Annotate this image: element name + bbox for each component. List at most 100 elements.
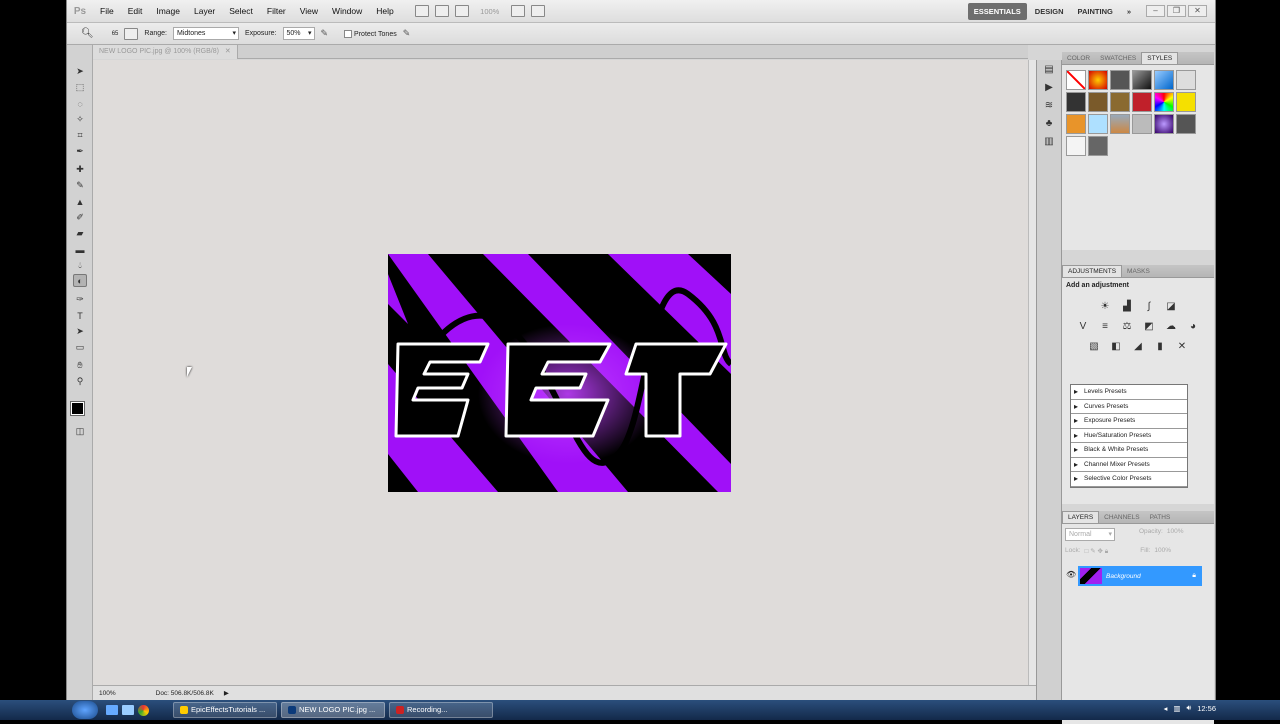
tab-channels[interactable]: CHANNELS <box>1099 512 1144 523</box>
start-button[interactable] <box>72 701 98 719</box>
menu-select[interactable]: Select <box>222 0 260 23</box>
preset-exposure[interactable]: Exposure Presets <box>1071 414 1187 429</box>
status-zoom[interactable]: 100% <box>99 690 116 697</box>
lock-icons[interactable]: □ ✎ ✥ 🔒︎ <box>1085 547 1109 556</box>
history-panel-icon[interactable]: ▤ <box>1041 64 1057 78</box>
menu-view[interactable]: View <box>293 0 325 23</box>
style-swatch[interactable] <box>1132 92 1152 112</box>
volume-icon[interactable]: 🔊︎ <box>1186 703 1191 713</box>
workspace-painting[interactable]: PAINTING <box>1072 3 1119 20</box>
gradient-map-icon[interactable]: ▮ <box>1154 341 1167 353</box>
tab-adjustments[interactable]: ADJUSTMENTS <box>1062 265 1123 277</box>
exposure-input[interactable]: 50% <box>282 27 315 40</box>
menu-help[interactable]: Help <box>369 0 400 23</box>
curves-icon[interactable]: ∫ <box>1143 301 1156 313</box>
taskbar-item-photoshop[interactable]: NEW LOGO PIC.jpg ... <box>281 702 385 718</box>
quick-mask-icon[interactable]: ◫ <box>73 425 87 438</box>
menu-file[interactable]: File <box>93 0 121 23</box>
vertical-scrollbar[interactable] <box>1028 60 1036 685</box>
status-menu-arrow-icon[interactable]: ▶ <box>224 689 229 697</box>
quicklaunch-explorer-icon[interactable] <box>122 705 134 715</box>
close-button[interactable]: ✕ <box>1188 5 1207 17</box>
blend-mode-select[interactable]: Normal <box>1065 528 1115 541</box>
clone-source-icon[interactable]: ♣ <box>1041 118 1057 132</box>
workspace-essentials[interactable]: ESSENTIALS <box>967 3 1027 20</box>
launch-bridge-icon[interactable] <box>414 5 429 17</box>
arrange-documents-icon[interactable] <box>510 5 525 17</box>
channel-mixer-icon[interactable]: ◕ <box>1187 321 1200 333</box>
eraser-tool-icon[interactable]: ▰ <box>73 227 87 240</box>
zoom-tool-icon[interactable]: ⚲ <box>73 375 87 388</box>
clock[interactable]: 12:56 <box>1197 704 1216 713</box>
clone-stamp-tool-icon[interactable]: ▲ <box>73 195 87 208</box>
quicklaunch-desktop-icon[interactable] <box>106 705 118 715</box>
shape-tool-icon[interactable]: ▭ <box>73 341 87 354</box>
vibrance-icon[interactable]: V <box>1077 321 1090 333</box>
style-swatch[interactable] <box>1088 114 1108 134</box>
tab-paths[interactable]: PATHS <box>1145 512 1176 523</box>
tab-layers[interactable]: LAYERS <box>1062 511 1100 523</box>
tab-swatches[interactable]: SWATCHES <box>1095 53 1141 64</box>
style-swatch[interactable] <box>1154 114 1174 134</box>
style-swatch[interactable] <box>1066 136 1086 156</box>
marquee-tool-icon[interactable]: ⬚ <box>73 81 87 94</box>
threshold-icon[interactable]: ◢ <box>1132 341 1145 353</box>
network-icon[interactable]: ▥ <box>1173 704 1180 713</box>
document-tab[interactable]: NEW LOGO PIC.jpg @ 100% (RGB/8) ✕ <box>93 45 238 59</box>
style-swatch[interactable] <box>1088 92 1108 112</box>
style-swatch[interactable] <box>1088 136 1108 156</box>
menu-edit[interactable]: Edit <box>121 0 150 23</box>
style-swatch[interactable] <box>1132 114 1152 134</box>
zoom-level[interactable]: 100% <box>475 7 505 16</box>
black-white-icon[interactable]: ◩ <box>1143 321 1156 333</box>
style-swatch[interactable] <box>1154 70 1174 90</box>
style-swatch[interactable] <box>1154 92 1174 112</box>
close-tab-icon[interactable]: ✕ <box>225 48 231 55</box>
dodge-tool-icon[interactable]: ◐ <box>73 274 87 287</box>
brush-tool-icon[interactable]: ✎ <box>73 179 87 192</box>
style-swatch[interactable] <box>1176 70 1196 90</box>
style-swatch[interactable] <box>1110 92 1130 112</box>
launch-minibridge-icon[interactable] <box>434 5 449 17</box>
taskbar-item-chrome[interactable]: EpicEffectsTutorials ... <box>173 702 277 718</box>
posterize-icon[interactable]: ◧ <box>1110 341 1123 353</box>
fill-input[interactable]: 100% <box>1154 547 1171 556</box>
restore-button[interactable]: ❐ <box>1167 5 1186 17</box>
style-swatch[interactable] <box>1066 114 1086 134</box>
style-swatch[interactable] <box>1132 70 1152 90</box>
brush-panel-icon[interactable] <box>124 27 139 40</box>
quicklaunch-chrome-icon[interactable] <box>138 704 149 716</box>
airbrush-icon[interactable]: ✎ <box>321 28 329 39</box>
layer-background[interactable]: Background 🔒︎ <box>1078 566 1202 586</box>
style-swatch[interactable] <box>1176 92 1196 112</box>
canvas-area[interactable] <box>93 60 1028 685</box>
photo-filter-icon[interactable]: ☁ <box>1165 321 1178 333</box>
brightness-contrast-icon[interactable]: ☀ <box>1099 301 1112 313</box>
preset-curves[interactable]: Curves Presets <box>1071 400 1187 414</box>
pressure-icon[interactable]: ✎ <box>403 28 411 39</box>
pen-tool-icon[interactable]: ✑ <box>73 293 87 306</box>
preset-hue-saturation[interactable]: Hue/Saturation Presets <box>1071 429 1187 443</box>
healing-brush-tool-icon[interactable]: ✚ <box>73 163 87 176</box>
foreground-color-swatch[interactable] <box>70 401 85 416</box>
workspace-design[interactable]: DESIGN <box>1029 3 1070 20</box>
hue-saturation-icon[interactable]: ≡ <box>1099 321 1112 333</box>
history-brush-tool-icon[interactable]: ✐ <box>73 211 87 224</box>
screen-mode-icon[interactable] <box>530 5 545 17</box>
color-balance-icon[interactable]: ⚖ <box>1121 321 1134 333</box>
style-swatch[interactable] <box>1066 92 1086 112</box>
tab-styles[interactable]: STYLES <box>1141 52 1179 64</box>
levels-icon[interactable]: ▟ <box>1121 301 1134 313</box>
opacity-input[interactable]: 100% <box>1167 528 1184 541</box>
move-tool-icon[interactable]: ➤ <box>73 65 87 78</box>
type-tool-icon[interactable]: T <box>73 309 87 322</box>
minimize-button[interactable]: – <box>1146 5 1165 17</box>
menu-window[interactable]: Window <box>325 0 369 23</box>
tab-color[interactable]: COLOR <box>1062 53 1095 64</box>
style-swatch[interactable] <box>1176 114 1196 134</box>
style-none[interactable] <box>1066 70 1086 90</box>
tray-arrow-icon[interactable]: ◂ <box>1164 704 1168 713</box>
style-swatch[interactable] <box>1088 70 1108 90</box>
exposure-icon[interactable]: ◪ <box>1165 301 1178 313</box>
style-swatch[interactable] <box>1110 70 1130 90</box>
